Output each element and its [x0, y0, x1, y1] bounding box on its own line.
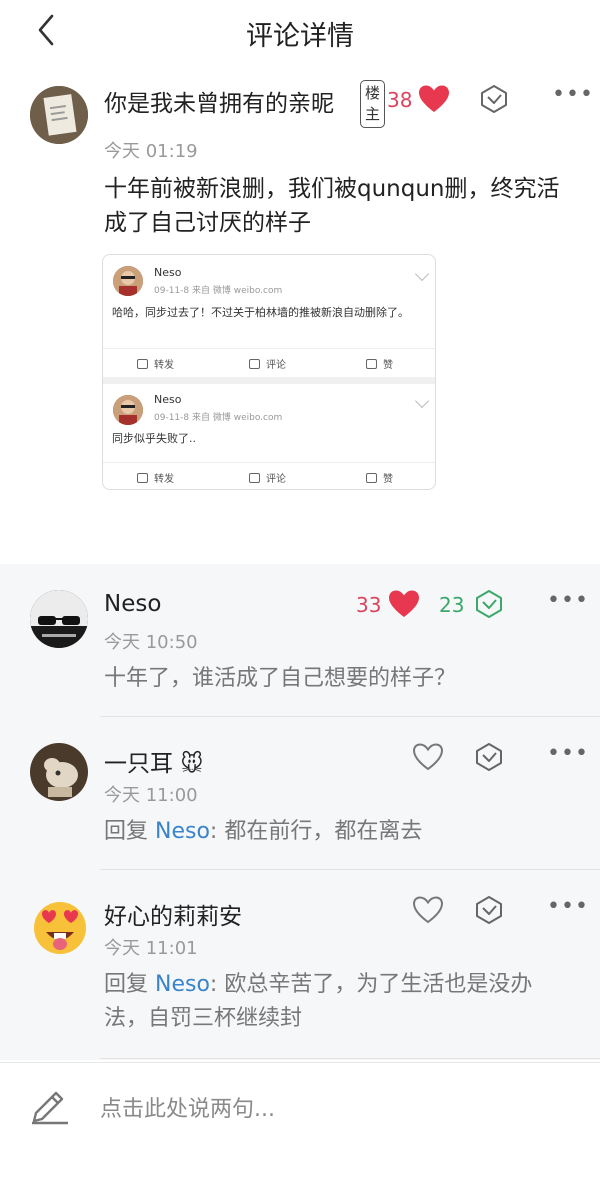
- comment-item[interactable]: 好心的莉莉安 ••• 今天 11:01 回复 Neso: 欧总辛苦了，为了生活也…: [0, 870, 600, 1059]
- embed-repost-label: 转发: [154, 474, 174, 485]
- box-icon[interactable]: [474, 895, 504, 925]
- mouse-emoji-icon: 🐭: [180, 752, 204, 777]
- heart-icon[interactable]: [418, 84, 450, 114]
- embed-repost-label: 转发: [154, 360, 174, 371]
- comment-icon: [249, 473, 260, 483]
- username-text: 一只耳: [104, 751, 173, 777]
- comment-text: 十年了，谁活成了自己想要的样子？: [104, 666, 457, 691]
- username[interactable]: 好心的莉莉安: [104, 897, 242, 931]
- username[interactable]: 一只耳 🐭: [104, 744, 203, 778]
- mention-link[interactable]: Neso: [155, 972, 210, 997]
- post-time: 今天 01:19: [104, 141, 198, 162]
- comment-list: Neso 33 23 ••• 今天 10:50 十年了，谁活成了自己想要的样子？…: [0, 564, 600, 1060]
- more-icon[interactable]: •••: [547, 590, 588, 616]
- more-icon[interactable]: •••: [552, 84, 593, 110]
- comment-time: 今天 11:00: [104, 785, 198, 806]
- chevron-down-icon: [414, 266, 430, 282]
- box-icon[interactable]: [479, 84, 509, 114]
- like-count: 33: [356, 593, 382, 617]
- like-count: 38: [387, 88, 413, 112]
- comment-item[interactable]: Neso 33 23 ••• 今天 10:50 十年了，谁活成了自己想要的样子？: [0, 564, 600, 717]
- embed-like: 赞: [366, 356, 393, 371]
- box-icon[interactable]: [474, 742, 504, 772]
- embed-actions: 转发 评论 赞: [103, 348, 435, 376]
- embed-like: 赞: [366, 470, 393, 485]
- embed-comment: 评论: [249, 470, 286, 485]
- heart-outline-icon[interactable]: [412, 742, 444, 772]
- embed-name: Neso: [154, 266, 182, 279]
- embed-like-label: 赞: [383, 474, 393, 485]
- op-badge-label: 楼主: [364, 84, 380, 123]
- heart-icon[interactable]: [388, 589, 420, 619]
- repost-icon: [137, 473, 148, 483]
- comment-input[interactable]: 点击此处说两句...: [100, 1091, 275, 1123]
- more-icon[interactable]: •••: [547, 743, 588, 769]
- comment-time: 今天 11:01: [104, 938, 198, 959]
- comment-icon: [249, 359, 260, 369]
- embed-separator: [103, 377, 435, 384]
- comment-text: 回复 Neso: 都在前行，都在离去: [104, 815, 574, 849]
- reply-prefix: 回复: [104, 819, 155, 844]
- comment-item[interactable]: 一只耳 🐭 ••• 今天 11:00 回复 Neso: 都在前行，都在离去: [0, 717, 600, 870]
- avatar[interactable]: [30, 743, 88, 801]
- embed-comment: 评论: [249, 356, 286, 371]
- thumbs-up-icon: [366, 359, 377, 369]
- repost-icon: [137, 359, 148, 369]
- embed-text: 同步似乎失败了..: [112, 432, 196, 445]
- pencil-icon: [32, 1091, 68, 1125]
- embed-meta: 09-11-8 来自 微博 weibo.com: [154, 286, 283, 296]
- embed-name: Neso: [154, 393, 182, 406]
- chevron-down-icon: [414, 393, 430, 409]
- embed-item: Neso 09-11-8 来自 微博 weibo.com 同步似乎失败了.. 转…: [103, 384, 435, 489]
- comment-text: 回复 Neso: 欧总辛苦了，为了生活也是没办法，自罚三杯继续封: [104, 968, 574, 1036]
- main-post: 你是我未曾拥有的亲昵 楼主 38 ••• 今天 01:19 十年前被新浪删，我们…: [0, 64, 600, 564]
- embed-comment-label: 评论: [266, 474, 286, 485]
- avatar[interactable]: [30, 590, 88, 648]
- embedded-screenshot[interactable]: Neso 09-11-8 来自 微博 weibo.com 哈哈，同步过去了！不过…: [102, 254, 436, 490]
- embed-actions: 转发 评论 赞: [103, 462, 435, 489]
- page-title: 评论详情: [246, 21, 354, 52]
- username[interactable]: Neso: [104, 591, 161, 617]
- embed-avatar: [113, 266, 143, 296]
- embed-repost: 转发: [137, 470, 174, 485]
- reply-body: : 都在前行，都在离去: [209, 819, 423, 844]
- divider: [100, 1058, 600, 1059]
- more-icon[interactable]: •••: [547, 896, 588, 922]
- box-check-icon[interactable]: [474, 589, 504, 619]
- thumbs-up-icon: [366, 473, 377, 483]
- embed-comment-label: 评论: [266, 360, 286, 371]
- embed-item: Neso 09-11-8 来自 微博 weibo.com 哈哈，同步过去了！不过…: [103, 255, 435, 377]
- top-bar: 评论详情: [0, 0, 600, 64]
- avatar[interactable]: [30, 86, 88, 144]
- post-text: 十年前被新浪删，我们被qunqun删，终究活成了自己讨厌的样子: [104, 176, 560, 236]
- mention-link[interactable]: Neso: [155, 819, 210, 844]
- reply-prefix: 回复: [104, 972, 155, 997]
- embed-repost: 转发: [137, 356, 174, 371]
- avatar[interactable]: [32, 900, 88, 956]
- embed-text: 哈哈，同步过去了！不过关于柏林墙的推被新浪自动删除了。: [112, 306, 409, 319]
- upvote-count: 23: [439, 593, 465, 617]
- embed-like-label: 赞: [383, 360, 393, 371]
- comment-time: 今天 10:50: [104, 632, 198, 653]
- comment-input-bar[interactable]: 点击此处说两句...: [0, 1062, 600, 1192]
- username[interactable]: 你是我未曾拥有的亲昵: [104, 84, 334, 118]
- op-badge: 楼主: [360, 80, 385, 128]
- embed-avatar: [113, 395, 143, 425]
- embed-meta: 09-11-8 来自 微博 weibo.com: [154, 413, 283, 423]
- heart-outline-icon[interactable]: [412, 895, 444, 925]
